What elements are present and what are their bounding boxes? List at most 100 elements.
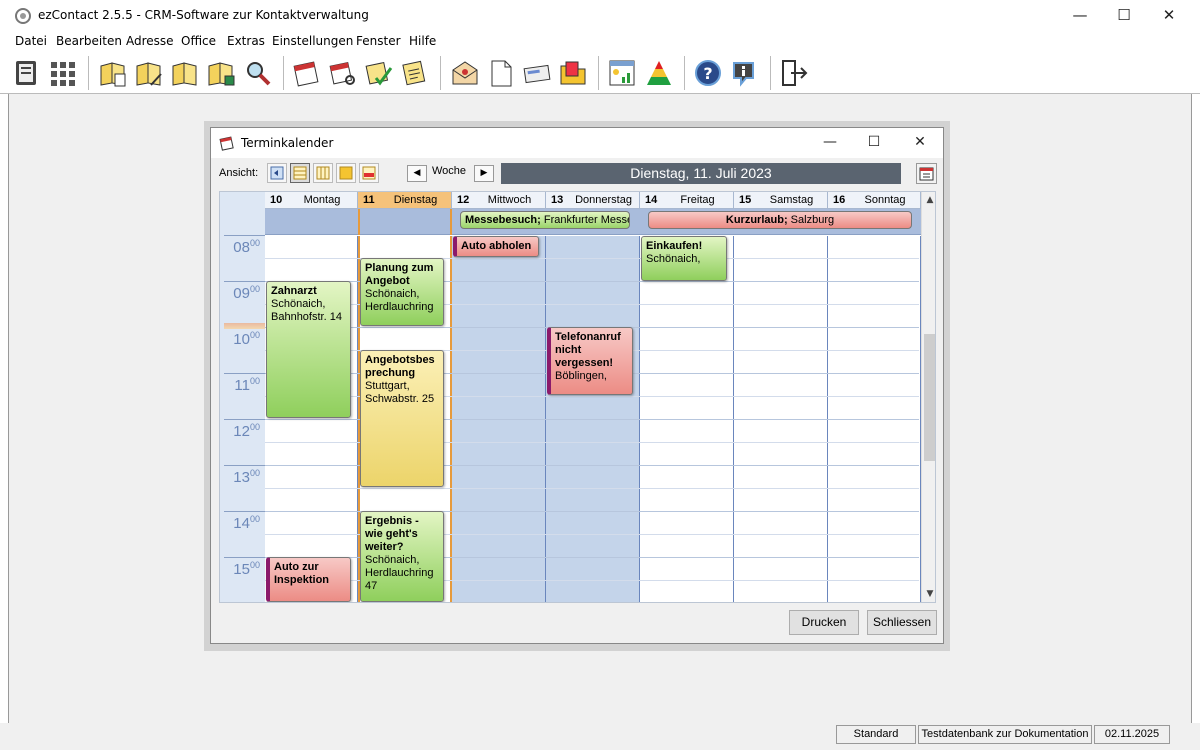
address-edit-icon[interactable] — [134, 58, 164, 88]
day-header-thursday[interactable]: 13 Donnerstag — [546, 192, 640, 209]
minute-value: 00 — [249, 422, 260, 432]
appointment-auto-abholen[interactable]: Auto abholen — [453, 236, 539, 257]
calendar-icon[interactable] — [292, 58, 322, 88]
address-open-icon[interactable] — [170, 58, 200, 88]
minute-value: 00 — [249, 468, 260, 478]
info-icon[interactable] — [729, 58, 759, 88]
appointment-location: Schönaich, — [646, 253, 701, 265]
next-period-button[interactable]: ▶ — [474, 165, 494, 182]
view-week-button[interactable] — [290, 163, 310, 183]
week-calendar: 0800 0900 1000 1100 1200 1300 1400 1500 … — [219, 191, 936, 603]
calendar-dialog: Terminkalender — ☐ ✕ Ansicht: ◀ Woche ▶ … — [210, 127, 944, 644]
day-header-monday[interactable]: 10 Montag — [265, 192, 358, 209]
minute-value: 00 — [249, 330, 260, 340]
toolbar-separator — [598, 56, 599, 90]
appointment-auto-inspektion[interactable]: Auto zur Inspektion — [266, 557, 351, 602]
address-lock-icon[interactable] — [206, 58, 236, 88]
menu-fenster[interactable]: Fenster — [356, 34, 401, 48]
dialog-maximize-button[interactable]: ☐ — [851, 128, 897, 158]
day-header-saturday[interactable]: 15 Samstag — [734, 192, 828, 209]
allday-event-kurzurlaub[interactable]: Kurzurlaub; Salzburg — [648, 211, 912, 229]
day-header-sunday[interactable]: 16 Sonntag — [828, 192, 921, 209]
menu-bearbeiten[interactable]: Bearbeiten — [56, 34, 122, 48]
appointment-location: Schönaich, — [271, 298, 326, 310]
appointment-planung[interactable]: Planung zum Angebot Schönaich, Herdlauch… — [360, 258, 444, 326]
prev-period-button[interactable]: ◀ — [407, 165, 427, 182]
hour-value: 14 — [233, 515, 250, 532]
appointment-title: Ergebnis - wie geht's weiter? — [365, 515, 419, 553]
minute-value: 00 — [249, 560, 260, 570]
menu-datei[interactable]: Datei — [15, 34, 47, 48]
report-icon[interactable] — [607, 58, 637, 88]
allday-event-title: Kurzurlaub; — [725, 214, 788, 226]
calendar-check-icon[interactable] — [364, 58, 394, 88]
exit-icon[interactable] — [779, 58, 809, 88]
allday-event-messebesuch[interactable]: Messebesuch; Frankfurter Messe — [460, 211, 630, 229]
status-mode: Standard — [836, 725, 916, 744]
chart-triangle-icon[interactable] — [644, 58, 674, 88]
mail-icon[interactable] — [450, 58, 480, 88]
scroll-down-icon[interactable]: ▼ — [922, 586, 935, 602]
hour-label-12: 1200 — [220, 422, 260, 440]
close-dialog-button[interactable]: Schliessen — [867, 610, 937, 635]
scroll-up-icon[interactable]: ▲ — [922, 192, 935, 208]
address-search-icon[interactable] — [243, 58, 273, 88]
appointment-address: Herdlauchring — [365, 301, 434, 313]
appointment-zahnarzt[interactable]: Zahnarzt Schönaich, Bahnhofstr. 14 — [266, 281, 351, 418]
current-time-marker — [224, 323, 265, 329]
allday-event-title: Messebesuch; — [465, 214, 541, 226]
scroll-thumb[interactable] — [924, 334, 935, 461]
appointment-location: Schönaich, — [365, 554, 420, 566]
menu-office[interactable]: Office — [181, 34, 216, 48]
day-name: Freitag — [680, 194, 715, 206]
calendar-search-icon[interactable] — [328, 58, 358, 88]
statusbar: Standard Testdatenbank zur Dokumentation… — [0, 723, 1200, 750]
day-header-wednesday[interactable]: 12 Mittwoch — [452, 192, 546, 209]
calendar-settings-button[interactable] — [916, 163, 937, 184]
notes-icon[interactable] — [400, 58, 430, 88]
hour-value: 11 — [234, 377, 250, 394]
toolbar-separator — [770, 56, 771, 90]
appointment-einkaufen[interactable]: Einkaufen! Schönaich, — [641, 236, 727, 281]
hour-value: 10 — [233, 331, 250, 348]
document-icon[interactable] — [486, 58, 516, 88]
dialog-close-button[interactable]: ✕ — [897, 128, 943, 158]
menu-adresse[interactable]: Adresse — [126, 34, 174, 48]
maximize-button[interactable]: ☐ — [1101, 0, 1147, 32]
day-number: 12 — [457, 194, 470, 206]
calendar-settings-icon — [919, 167, 934, 181]
view-workweek-button[interactable] — [313, 163, 333, 183]
minimize-button[interactable]: — — [1057, 0, 1103, 32]
folder-icon[interactable] — [558, 58, 588, 88]
help-icon[interactable]: ? — [693, 58, 723, 88]
menu-extras[interactable]: Extras — [227, 34, 265, 48]
appointment-title: Angebotsbes prechung — [365, 354, 435, 379]
appointment-location: Stuttgart, — [365, 380, 410, 392]
appointment-angebotsbesprechung[interactable]: Angebotsbes prechung Stuttgart, Schwabst… — [360, 350, 444, 487]
minute-value: 00 — [249, 376, 260, 386]
appointment-title: Auto zur Inspektion — [274, 561, 330, 586]
view-month-button[interactable] — [336, 163, 356, 183]
view-year-icon — [362, 166, 376, 180]
view-day-button[interactable] — [267, 163, 287, 183]
grid-icon[interactable] — [48, 58, 78, 88]
menu-hilfe[interactable]: Hilfe — [409, 34, 436, 48]
envelope-icon[interactable] — [522, 58, 552, 88]
menu-einstellungen[interactable]: Einstellungen — [272, 34, 353, 48]
hour-label-08: 0800 — [220, 238, 260, 256]
appointment-title: Auto abholen — [461, 240, 532, 252]
view-year-button[interactable] — [359, 163, 379, 183]
address-new-icon[interactable] — [98, 58, 128, 88]
appointment-ergebnis[interactable]: Ergebnis - wie geht's weiter? Schönaich,… — [360, 511, 444, 602]
close-button[interactable]: ✕ — [1146, 0, 1192, 32]
appointment-telefonanruf[interactable]: Telefonanruf nicht vergessen! Böblingen, — [547, 327, 633, 395]
contacts-book-icon[interactable] — [12, 58, 42, 88]
vertical-scrollbar[interactable]: ▲ ▼ — [921, 192, 935, 602]
day-header-friday[interactable]: 14 Freitag — [640, 192, 734, 209]
hour-divider — [224, 511, 265, 512]
appointment-title: Planung zum Angebot — [365, 262, 434, 287]
print-button[interactable]: Drucken — [789, 610, 859, 635]
day-name: Mittwoch — [487, 194, 532, 206]
dialog-minimize-button[interactable]: — — [807, 128, 853, 158]
day-header-tuesday[interactable]: 11 Dienstag — [358, 192, 452, 209]
